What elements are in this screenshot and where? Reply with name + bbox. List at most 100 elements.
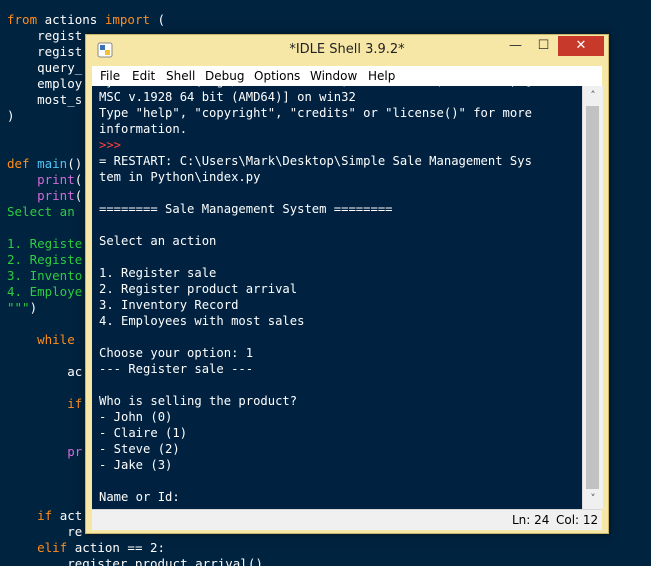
shell-output-area[interactable]: Python 3.9.2 (tags/v3.9.2:1a79785, Feb 1…	[92, 86, 582, 509]
editor-code-line: Select an	[7, 204, 75, 220]
editor-code-token	[7, 396, 67, 411]
shell-prompt: >>>	[99, 138, 122, 152]
editor-code-line: query_	[7, 60, 82, 76]
editor-code-line: 4. Employe	[7, 284, 82, 300]
editor-code-line: regist	[7, 28, 82, 44]
editor-code-token: import	[104, 12, 150, 27]
editor-code-token: regist	[7, 44, 83, 59]
editor-code-token: (	[150, 12, 166, 27]
shell-output-line: Name or Id:	[99, 490, 188, 504]
editor-code-token: 1. Registe	[7, 236, 83, 251]
editor-code-line: 1. Registe	[7, 236, 82, 252]
menu-help[interactable]: Help	[368, 66, 395, 86]
editor-code-line: while	[7, 332, 75, 348]
vertical-scrollbar[interactable]: ˄ ˅	[582, 86, 603, 509]
scroll-up-arrow-icon[interactable]: ˄	[583, 88, 603, 104]
editor-code-line: print(	[7, 188, 82, 204]
editor-code-token: print	[37, 188, 75, 203]
editor-code-token: if	[67, 396, 83, 411]
editor-code-line: regist	[7, 44, 82, 60]
shell-output-line: ======== Sale Management System ========	[99, 202, 393, 216]
scroll-down-arrow-icon[interactable]: ˅	[583, 491, 603, 507]
editor-code-token: print	[37, 172, 75, 187]
editor-code-token: )	[7, 108, 15, 123]
editor-code-token	[30, 156, 38, 171]
minimize-button[interactable]: —	[502, 36, 529, 56]
editor-code-line: 2. Registe	[7, 252, 82, 268]
editor-code-line: )	[7, 108, 15, 124]
editor-code-token: employ	[7, 76, 83, 91]
editor-code-token: ()	[67, 156, 83, 171]
scroll-thumb[interactable]	[586, 106, 599, 489]
shell-output-line: 1. Register sale	[99, 266, 217, 280]
shell-output-line: - Jake (3)	[99, 458, 173, 472]
editor-code-token: main	[37, 156, 68, 171]
editor-code-token	[7, 188, 37, 203]
close-button[interactable]: ✕	[558, 36, 604, 56]
idle-shell-window[interactable]: *IDLE Shell 3.9.2* — ☐ ✕ File Edit Shell…	[85, 34, 609, 534]
editor-code-token: (	[74, 172, 83, 187]
editor-code-line: ac	[7, 364, 82, 380]
editor-code-line: 3. Invento	[7, 268, 82, 284]
menu-file[interactable]: File	[100, 66, 120, 86]
editor-code-token	[7, 444, 67, 459]
editor-code-token	[7, 508, 37, 523]
editor-code-token: query_	[7, 60, 83, 75]
shell-output-line: 3. Inventory Record	[99, 298, 239, 312]
editor-code-line: from actions import (	[7, 12, 165, 28]
editor-code-token: from	[7, 12, 38, 27]
editor-code-line: elif action == 2:	[7, 540, 165, 556]
editor-code-token: pr	[67, 444, 83, 459]
editor-code-token: Select an	[7, 204, 75, 219]
editor-code-token: elif	[37, 540, 68, 555]
maximize-button[interactable]: ☐	[530, 36, 557, 56]
editor-code-line: """)	[7, 300, 37, 316]
editor-code-line: employ	[7, 76, 82, 92]
shell-output-line: - John (0)	[99, 410, 173, 424]
editor-code-line: re	[7, 524, 82, 540]
menu-bar: File Edit Shell Debug Options Window Hel…	[92, 66, 602, 86]
shell-output-line: 4. Employees with most sales	[99, 314, 305, 328]
shell-output-line: - Steve (2)	[99, 442, 180, 456]
shell-output-line: - Claire (1)	[99, 426, 188, 440]
shell-output-line: --- Register sale ---	[99, 362, 254, 376]
editor-code-token: act	[52, 508, 83, 523]
status-line-number: Ln: 24	[512, 513, 550, 527]
editor-code-token: 3. Invento	[7, 268, 83, 283]
editor-code-token: ac	[7, 364, 83, 379]
editor-code-token	[7, 332, 37, 347]
menu-window[interactable]: Window	[310, 66, 357, 86]
editor-code-line: if	[7, 396, 82, 412]
editor-code-token: most_s	[7, 92, 83, 107]
shell-output-line: Choose your option: 1	[99, 346, 254, 360]
status-column-number: Col: 12	[556, 513, 599, 527]
editor-code-token: (	[74, 188, 83, 203]
editor-code-token: if	[37, 508, 53, 523]
shell-output-line: Who is selling the product?	[99, 394, 298, 408]
menu-edit[interactable]: Edit	[132, 66, 155, 86]
shell-output-line: Select an action	[99, 234, 217, 248]
shell-output-line: information.	[99, 122, 188, 136]
editor-code-line: print(	[7, 172, 82, 188]
shell-output-line: = RESTART: C:\Users\Mark\Desktop\Simple …	[99, 154, 532, 168]
editor-code-line: def main()	[7, 156, 82, 172]
editor-code-token: regist	[7, 28, 83, 43]
editor-code-token: re	[7, 524, 83, 539]
editor-code-token: )	[29, 300, 38, 315]
shell-output-line: tem in Python\index.py	[99, 170, 261, 184]
menu-options[interactable]: Options	[254, 66, 300, 86]
editor-code-token: register_product_arrival()	[7, 556, 263, 566]
editor-code-token: 4. Employe	[7, 284, 83, 299]
editor-code-line: if act	[7, 508, 82, 524]
menu-debug[interactable]: Debug	[205, 66, 244, 86]
title-bar[interactable]: *IDLE Shell 3.9.2* — ☐ ✕	[86, 35, 608, 65]
editor-code-token	[7, 172, 37, 187]
menu-shell[interactable]: Shell	[166, 66, 195, 86]
editor-code-token	[7, 540, 37, 555]
editor-code-token: """	[7, 300, 30, 315]
editor-code-line: pr	[7, 444, 82, 460]
status-bar: Ln: 24 Col: 12	[92, 509, 602, 530]
editor-code-token: 2. Registe	[7, 252, 83, 267]
editor-code-token: action == 2:	[67, 540, 166, 555]
editor-code-token: actions	[37, 12, 105, 27]
